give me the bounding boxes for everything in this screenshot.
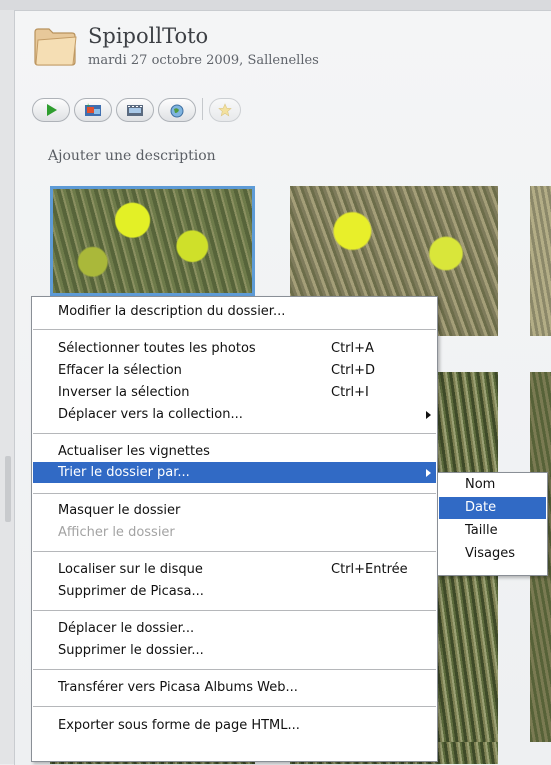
menu-item-label: Actualiser les vignettes [58,444,210,459]
submenu-item-label: Date [465,500,497,515]
submenu-arrow-icon [426,469,431,477]
menu-item-shortcut: Ctrl+Entrée [331,562,408,577]
menu-separator [33,493,436,494]
menu-separator [33,551,436,552]
menu-item-clear-selection[interactable]: Effacer la sélection Ctrl+D [33,360,436,381]
menu-item-label: Masquer le dossier [58,503,181,518]
star-icon [218,103,232,117]
menu-item-sort-folder-by[interactable]: Trier le dossier par... [33,462,436,483]
menu-item-invert-selection[interactable]: Inverser la sélection Ctrl+I [33,382,436,403]
menu-separator [33,329,436,330]
menu-separator [33,433,436,434]
collage-button[interactable]: + [74,98,112,122]
play-slideshow-icon [47,104,57,116]
folder-icon [34,28,77,66]
album-title[interactable]: SpipollToto [88,24,208,48]
left-panel-edge [0,10,14,764]
photo-collage-icon: + [85,103,101,116]
menu-separator [33,669,436,670]
globe-geotag-icon [170,104,184,118]
photo-thumbnail[interactable] [50,186,255,296]
menu-item-label: Trier le dossier par... [58,465,190,480]
geotag-button[interactable] [158,98,196,122]
description-field[interactable]: Ajouter une description [48,148,216,164]
menu-item-label: Localiser sur le disque [58,562,203,577]
photo-thumbnail[interactable] [530,186,551,336]
menu-separator [33,610,436,611]
sort-by-faces[interactable]: Visages [439,543,546,565]
menu-item-edit-folder-description[interactable]: Modifier la description du dossier... [33,301,436,322]
menu-item-locate-on-disk[interactable]: Localiser sur le disque Ctrl+Entrée [33,559,436,580]
menu-item-label: Sélectionner toutes les photos [58,341,256,356]
window-top-strip [0,0,551,10]
menu-item-upload-web-albums[interactable]: Transférer vers Picasa Albums Web... [33,677,436,698]
menu-item-select-all[interactable]: Sélectionner toutes les photos Ctrl+A [33,338,436,359]
menu-item-delete-folder[interactable]: Supprimer le dossier... [33,640,436,661]
movie-film-icon [127,105,143,116]
submenu-item-label: Visages [465,546,515,561]
toolbar-separator [202,98,203,120]
menu-item-hide-folder[interactable]: Masquer le dossier [33,500,436,521]
menu-item-label: Déplacer le dossier... [58,621,195,636]
menu-item-label: Modifier la description du dossier... [58,304,286,319]
menu-item-label: Afficher le dossier [58,525,175,540]
menu-item-label: Déplacer vers la collection... [58,407,243,422]
folder-context-menu: Modifier la description du dossier... Sé… [31,296,438,762]
sort-by-size[interactable]: Taille [439,520,546,542]
sort-submenu: Nom Date Taille Visages [437,472,548,576]
menu-item-label: Supprimer de Picasa... [58,584,204,599]
album-toolbar: + [32,98,241,124]
menu-item-label: Exporter sous forme de page HTML... [58,718,300,733]
movie-button[interactable] [116,98,154,122]
svg-text:+: + [86,103,90,109]
menu-item-shortcut: Ctrl+A [331,341,374,356]
album-date-location[interactable]: mardi 27 octobre 2009, Sallenelles [88,53,319,68]
menu-item-show-folder: Afficher le dossier [33,522,436,543]
submenu-item-label: Taille [465,523,498,538]
menu-item-remove-from-picasa[interactable]: Supprimer de Picasa... [33,581,436,602]
submenu-item-label: Nom [465,477,496,492]
menu-item-label: Effacer la sélection [58,363,182,378]
sort-by-name[interactable]: Nom [439,474,546,496]
menu-separator [33,706,436,707]
menu-item-shortcut: Ctrl+D [331,363,376,378]
panel-resize-grip[interactable] [5,456,11,522]
menu-item-move-to-collection[interactable]: Déplacer vers la collection... [33,404,436,425]
play-slideshow-button[interactable] [32,98,70,122]
sort-by-date[interactable]: Date [439,497,546,519]
menu-item-refresh-thumbnails[interactable]: Actualiser les vignettes [33,441,436,462]
submenu-arrow-icon [426,411,431,419]
menu-item-export-html-page[interactable]: Exporter sous forme de page HTML... [33,715,436,736]
menu-item-shortcut: Ctrl+I [331,385,369,400]
menu-item-move-folder[interactable]: Déplacer le dossier... [33,618,436,639]
menu-item-label: Transférer vers Picasa Albums Web... [58,680,298,695]
menu-item-label: Inverser la sélection [58,385,190,400]
menu-item-label: Supprimer le dossier... [58,643,204,658]
star-button[interactable] [209,98,241,122]
